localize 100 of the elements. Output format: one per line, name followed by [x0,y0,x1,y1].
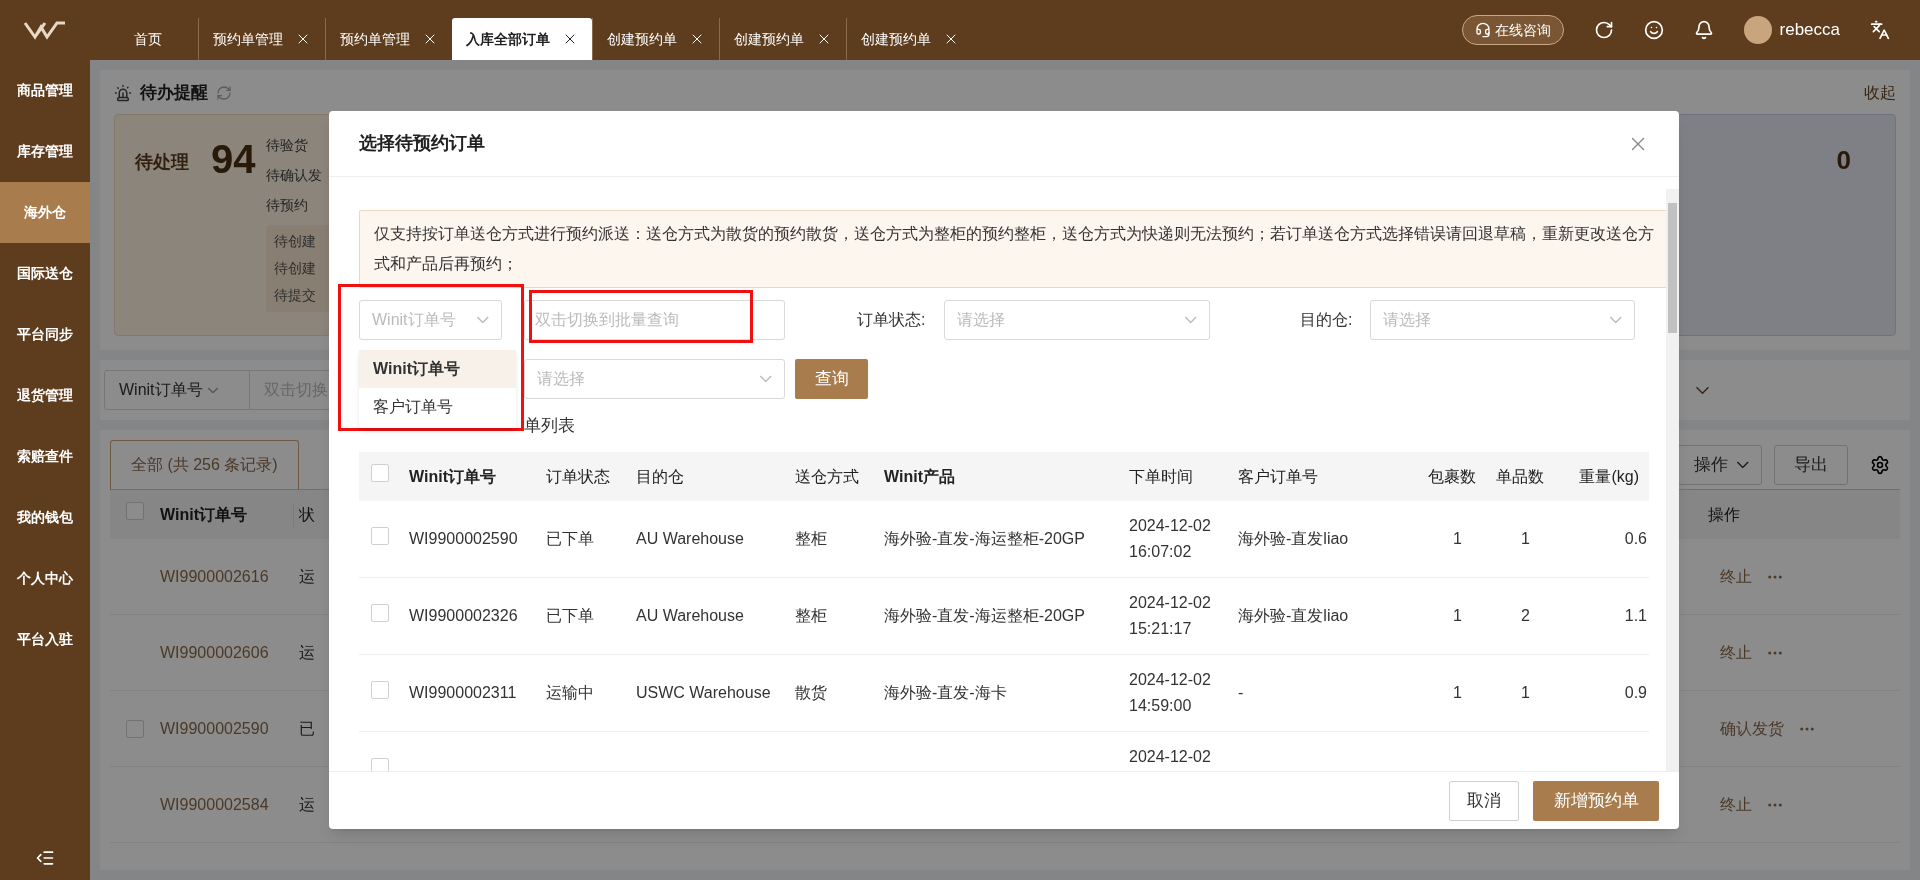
dropdown-option[interactable]: 客户订单号 [359,388,516,426]
pending-label: 待处理 [135,151,189,174]
checkbox[interactable] [126,502,144,520]
consult-button[interactable]: 在线咨询 [1461,15,1564,45]
checkbox[interactable] [371,603,389,622]
table-cell: 1 [1453,684,1462,701]
checkbox[interactable] [371,526,389,545]
table-cell: 1 [1521,530,1530,547]
sidebar-item[interactable]: 商品管理 [0,60,90,121]
create-button[interactable]: 新增预约单 [1533,780,1659,821]
refresh-icon[interactable] [1593,20,1614,40]
table-cell: 海外验-直发-海运整柜-20GP [884,607,1085,624]
bell-icon[interactable] [1693,20,1714,40]
chevron-icon[interactable] [1695,385,1710,395]
column-header: 重量(kg) [1578,466,1640,487]
table-cell: 已下单 [546,607,594,624]
cancel-button[interactable]: 取消 [1449,780,1519,821]
field-label: 订单状态: [857,310,927,330]
sidebar-item[interactable]: 库存管理 [0,121,90,182]
sidebar-item[interactable]: 海外仓 [0,182,90,243]
order-link[interactable]: WI9900002616 [160,564,299,589]
collapse-link[interactable]: 收起 [1864,81,1896,105]
order-time: 14:59:00 [1129,696,1193,716]
order-time: 15:21:17 [1129,619,1193,639]
table-cell: 1 [1453,530,1462,547]
checkbox[interactable] [371,680,389,699]
list-tab[interactable]: 全部 (共 256 条记录) [110,439,299,490]
table-cell: 整柜 [795,607,827,624]
order-link[interactable]: WI9900002584 [160,792,299,817]
headset-icon [1474,22,1491,38]
alarm-icon [114,84,132,102]
table-cell: 整柜 [795,530,827,547]
table-cell: - [1238,684,1244,701]
action-link[interactable]: 终止 [1720,640,1752,665]
table-cell: 1.1 [1624,607,1647,624]
count-value: 0 [1836,144,1851,177]
table-cell: 0.9 [1624,684,1647,701]
order-link[interactable]: WI9900002606 [160,640,299,665]
settings-icon[interactable] [1870,454,1890,475]
table-cell: 2 [1521,607,1530,624]
collapse-menu-icon[interactable] [35,848,55,868]
table-cell: USWC Warehouse [636,684,771,701]
checkbox[interactable] [371,757,389,771]
scrollbar[interactable] [1666,189,1679,771]
avatar [1743,16,1772,44]
table-cell: 海外验-直发liao [1238,530,1349,547]
sidebar-item[interactable]: 个人中心 [0,548,90,609]
type-select[interactable]: Winit订单号 [104,370,250,410]
column-header: 下单时间 [1128,466,1194,487]
column-header: 客户订单号 [1237,466,1319,487]
table-cell: 1 [1453,607,1462,624]
dialog-title: 选择待预约订单 [359,132,485,155]
chevron-icon [1608,316,1622,324]
smile-icon[interactable] [1643,20,1664,40]
column-header: 单品数 [1495,466,1545,487]
field-label: 目的仓: [1300,310,1354,330]
tab[interactable]: 入库全部订单 [452,18,592,60]
checkbox[interactable] [126,719,144,738]
table-cell: 运输中 [546,684,594,701]
tab[interactable]: 首页 [120,18,198,60]
column-header: 送仓方式 [794,466,860,487]
column-header: Winit订单号 [160,502,294,527]
column-header: 操作 [1708,504,1741,525]
user-name[interactable]: rebecca [1779,17,1840,43]
sidebar-item[interactable]: 索赔查件 [0,426,90,487]
sidebar-item[interactable]: 我的钱包 [0,487,90,548]
column-header: 状 [299,504,315,525]
action-link[interactable]: 确认发货 [1720,716,1784,741]
translate-icon[interactable] [1870,20,1890,40]
sidebar-item[interactable]: 国际送仓 [0,243,90,304]
order-link[interactable]: WI9900002590 [160,716,299,741]
table-cell: WI9900002326 [409,607,518,624]
sidebar-item[interactable]: 退货管理 [0,365,90,426]
section-label: 单列表 [524,414,575,437]
table-cell: AU Warehouse [636,530,744,547]
table-cell: 海外验-直发-海运整柜-20GP [884,530,1085,547]
export-button[interactable]: 导出 [1774,444,1848,485]
dropdown-option[interactable]: Winit订单号 [359,350,516,388]
table-cell: 散货 [795,684,827,701]
column-header: 包裹数 [1427,466,1477,487]
column-header: Winit产品 [883,466,956,487]
sidebar-item[interactable]: 平台同步 [0,304,90,365]
query-button[interactable]: 查询 [795,359,868,399]
pending-count: 94 [211,136,256,183]
order-time: 16:07:02 [1129,542,1193,562]
chevron-icon [1183,316,1197,324]
chevron-icon [758,375,772,383]
column-header: 目的仓 [635,466,685,487]
column-header: Winit订单号 [408,466,497,487]
order-date: 2024-12-02 [1129,670,1212,690]
chevron-icon [475,316,489,324]
action-link[interactable]: 终止 [1720,792,1752,817]
table-cell-text: 运 [299,642,315,663]
order-date: 2024-12-02 [1129,747,1212,767]
action-link[interactable]: 终止 [1720,564,1752,589]
sidebar-item[interactable]: 平台入驻 [0,609,90,670]
table-cell: 海外验-直发liao [1238,607,1349,624]
table-cell-text: 运 [299,566,315,587]
table-cell: WI9900002590 [409,530,518,547]
checkbox[interactable] [371,464,389,482]
